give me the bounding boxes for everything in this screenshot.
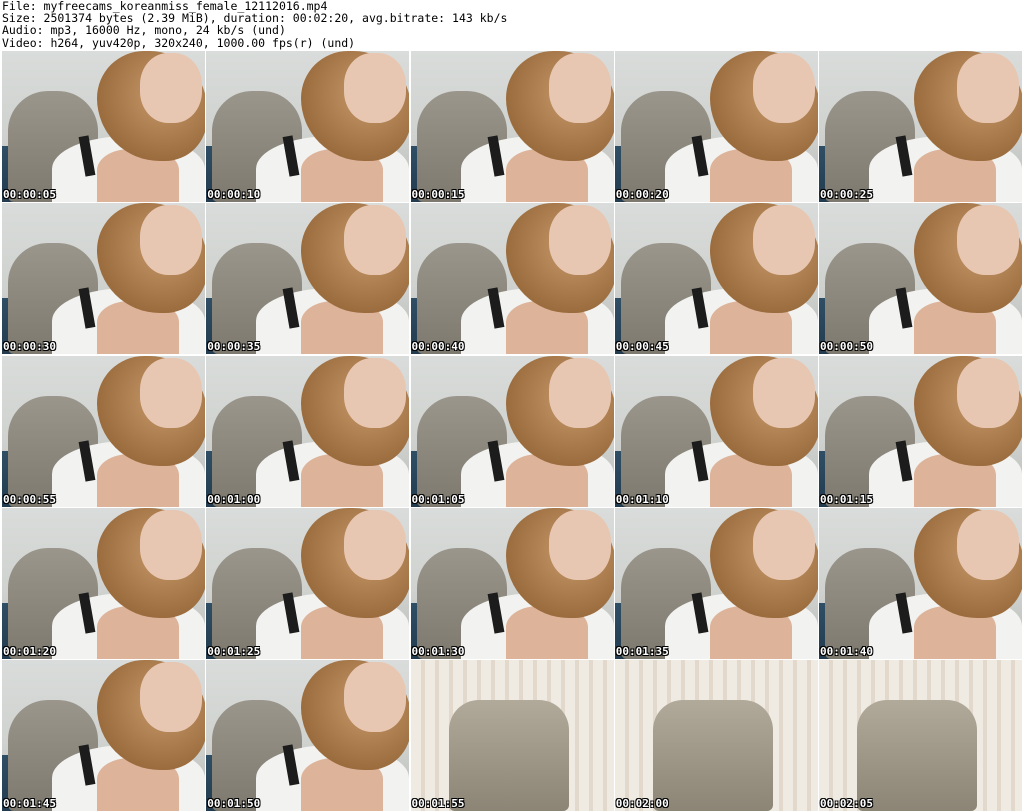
video-still [819,355,1022,507]
thumbnail-frame: 00:01:30 [410,507,614,659]
thumbnail-frame: 00:00:40 [410,203,614,355]
thumbnail-frame: 00:01:50 [206,660,410,811]
timestamp-label: 00:01:45 [3,797,56,810]
timestamp-label: 00:01:25 [207,644,261,658]
timestamp-label: 00:00:30 [3,340,56,354]
thumbnail-frame: 00:02:00 [614,660,818,811]
video-still [206,203,410,355]
thumbnail-frame: 00:01:10 [614,355,818,507]
thumbnail-frame: 00:01:45 [2,660,205,811]
timestamp-label: 00:00:10 [207,188,261,201]
video-still [2,355,205,507]
thumbnail-frame: 00:01:05 [410,355,614,507]
timestamp-label: 00:00:05 [3,188,56,201]
thumbnail-frame: 00:00:55 [2,355,205,507]
video-still [614,355,818,507]
timestamp-label: 00:00:25 [820,188,873,201]
video-still [410,355,614,507]
timestamp-label: 00:00:35 [207,340,261,354]
thumbnail-frame: 00:01:35 [614,507,818,659]
thumbnail-frame: 00:00:30 [2,203,205,355]
thumbnail-frame: 00:01:25 [206,507,410,659]
timestamp-label: 00:01:20 [3,644,56,658]
timestamp-label: 00:00:40 [411,340,465,354]
video-still [206,660,410,811]
video-still [2,203,205,355]
thumbnail-frame: 00:00:50 [819,203,1022,355]
video-still [2,660,205,811]
thumbnail-frame: 00:01:20 [2,507,205,659]
thumbnail-frame: 00:01:55 [410,660,614,811]
video-still [206,51,410,202]
timestamp-label: 00:00:20 [615,188,669,201]
thumbnail-frame: 00:00:25 [819,51,1022,202]
timestamp-label: 00:01:40 [820,644,873,658]
video-still [614,51,818,202]
thumbnail-grid: 00:00:05 00:00:10 00:00:15 00:00:20 00:00:25… [2,51,1022,811]
video-still [410,660,614,811]
video-still [819,507,1022,659]
timestamp-label: 00:00:45 [615,340,669,354]
video-still [410,51,614,202]
video-still [206,507,410,659]
video-still [819,660,1022,811]
timestamp-label: 00:00:55 [3,492,56,506]
timestamp-label: 00:02:00 [615,797,669,810]
timestamp-label: 00:01:55 [411,797,465,810]
thumbnail-frame: 00:00:20 [614,51,818,202]
thumbnail-frame: 00:00:35 [206,203,410,355]
thumbnail-frame: 00:00:10 [206,51,410,202]
timestamp-label: 00:01:10 [615,492,669,506]
timestamp-label: 00:01:15 [820,492,873,506]
timestamp-label: 00:01:50 [207,797,261,810]
video-still [614,660,818,811]
timestamp-label: 00:01:00 [207,492,261,506]
thumbnail-frame: 00:01:40 [819,507,1022,659]
timestamp-label: 00:01:05 [411,492,465,506]
timestamp-label: 00:01:35 [615,644,669,658]
video-still [614,203,818,355]
video-still [206,355,410,507]
video-still [819,203,1022,355]
thumbnail-frame: 00:00:15 [410,51,614,202]
timestamp-label: 00:00:15 [411,188,465,201]
timestamp-label: 00:00:50 [820,340,873,354]
thumbnail-frame: 00:01:15 [819,355,1022,507]
timestamp-label: 00:02:05 [820,797,873,810]
timestamp-label: 00:01:30 [411,644,465,658]
thumbnail-frame: 00:02:05 [819,660,1022,811]
video-still [2,51,205,202]
video-still [2,507,205,659]
thumbnail-frame: 00:01:00 [206,355,410,507]
file-info-header: File: myfreecams_koreanmiss_female_12112… [2,0,1022,49]
audio-info-line: Audio: mp3, 16000 Hz, mono, 24 kb/s (und… [2,23,286,38]
thumbnail-frame: 00:00:05 [2,51,205,202]
video-still [410,507,614,659]
thumbnail-frame: 00:00:45 [614,203,818,355]
video-info-line: Video: h264, yuv420p, 320x240, 1000.00 f… [2,35,356,50]
video-still [819,51,1022,202]
video-still [410,203,614,355]
video-still [614,507,818,659]
